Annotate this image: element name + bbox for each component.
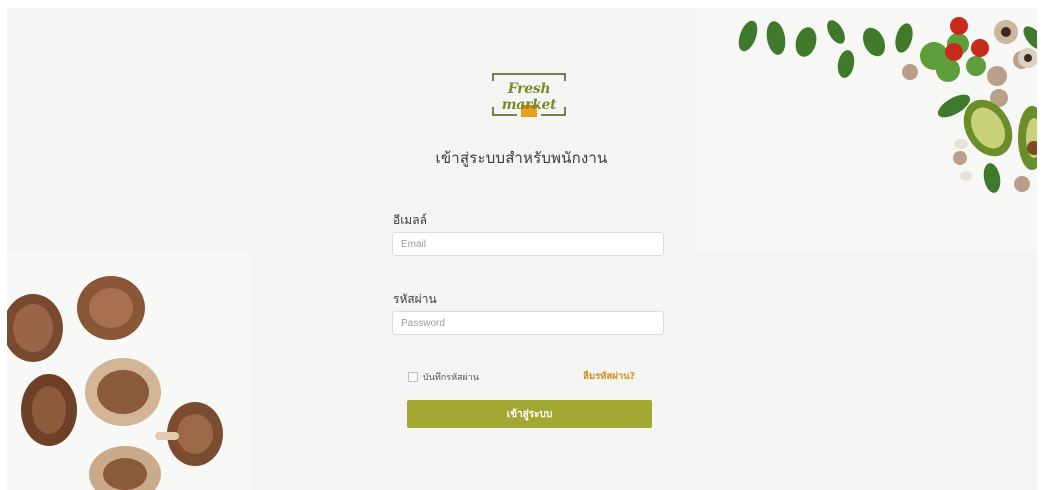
email-label: อีเมลล์ — [393, 213, 427, 227]
remember-password-checkbox[interactable] — [408, 372, 418, 382]
mushrooms-image — [3, 252, 251, 490]
top-border — [0, 0, 1043, 8]
remember-password-label: บันทึกรหัสผ่าน — [423, 373, 479, 383]
password-field[interactable] — [392, 311, 664, 335]
right-border — [1037, 0, 1043, 490]
left-border — [0, 0, 7, 490]
logo-text: Fresh market — [501, 81, 557, 113]
mushrooms-illustration — [3, 276, 223, 490]
email-field[interactable] — [392, 232, 664, 256]
vegetables-illustration — [738, 17, 1043, 193]
login-page: Fresh market เข้าสู่ระบบสำหรับพนักงาน อี… — [0, 0, 1043, 490]
remember-password: บันทึกรหัสผ่าน — [408, 370, 479, 384]
fresh-market-logo: Fresh market — [485, 71, 573, 121]
forgot-password-link[interactable]: ลืมรหัสผ่าน? — [583, 369, 635, 384]
password-label: รหัสผ่าน — [393, 292, 437, 306]
login-button[interactable]: เข้าสู่ระบบ — [407, 400, 652, 428]
page-title: เข้าสู่ระบบสำหรับพนักงาน — [435, 149, 608, 167]
vegetables-image — [696, 8, 1043, 250]
